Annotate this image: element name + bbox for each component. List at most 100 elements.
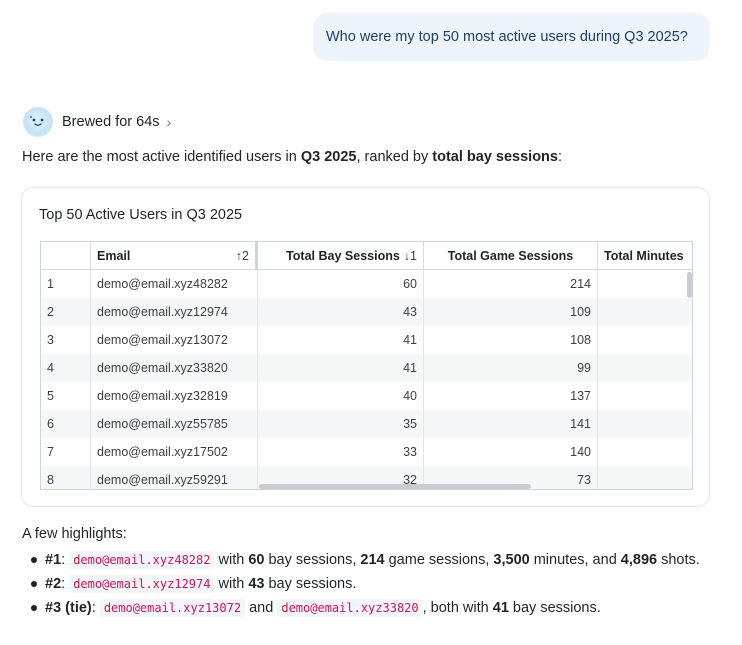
grid-body: 1 demo@email.xyz48282 60 214 2 demo@emai… (41, 270, 692, 489)
rank-label: #3 (tie) (45, 600, 92, 616)
intro-suffix: : (557, 149, 563, 165)
row-minutes (598, 354, 692, 382)
text: shots. (657, 552, 700, 568)
row-email: demo@email.xyz32819 (91, 382, 258, 410)
row-email: demo@email.xyz12974 (91, 298, 258, 326)
value: 60 (248, 552, 265, 568)
row-bay-sessions: 41 (258, 354, 424, 382)
row-game-sessions: 214 (424, 270, 598, 298)
user-message-bubble: Who were my top 50 most active users dur… (313, 13, 710, 61)
intro-prefix: Here are the most active identified user… (22, 149, 301, 165)
separator: : (91, 600, 100, 616)
text: bay sessions. (508, 600, 601, 616)
text: minutes, and (529, 552, 621, 568)
row-game-sessions: 137 (424, 382, 598, 410)
column-header-bay-sessions[interactable]: Total Bay Sessions ↓1 (258, 242, 424, 270)
rank-label: #2 (45, 576, 62, 592)
email-code: demo@email.xyz33820 (277, 599, 423, 617)
text: and (245, 600, 278, 616)
intro-metric: total bay sessions (432, 149, 558, 165)
row-game-sessions: 99 (424, 354, 598, 382)
row-email: demo@email.xyz55785 (91, 410, 258, 438)
row-email: demo@email.xyz13072 (91, 326, 258, 354)
column-header-bay-label: Total Bay Sessions (286, 249, 400, 263)
column-header-game-sessions[interactable]: Total Game Sessions (424, 242, 598, 270)
table-row[interactable]: 7 demo@email.xyz17502 33 140 (41, 438, 692, 466)
email-code: demo@email.xyz13072 (99, 599, 246, 617)
highlights-list: #1: demo@email.xyz48282 with 60 bay sess… (22, 548, 722, 620)
thinking-status-label: Brewed for 64s (62, 114, 160, 130)
email-code: demo@email.xyz48282 (69, 551, 215, 569)
grid-header-row: Email ↑2 Total Bay Sessions ↓1 Total Gam… (41, 242, 692, 270)
row-minutes (598, 326, 692, 354)
list-item: #1: demo@email.xyz48282 with 60 bay sess… (22, 548, 722, 572)
row-email: demo@email.xyz33820 (91, 354, 258, 382)
row-index: 6 (41, 410, 91, 438)
table-title: Top 50 Active Users in Q3 2025 (39, 207, 243, 223)
thinking-toggle[interactable]: Brewed for 64s › (23, 107, 171, 137)
row-game-sessions: 140 (424, 438, 598, 466)
table-row[interactable]: 2 demo@email.xyz12974 43 109 (41, 298, 692, 326)
text: with (214, 552, 249, 568)
sort-asc-icon: ↑2 (235, 249, 249, 263)
row-game-sessions: 141 (424, 410, 598, 438)
row-index: 8 (41, 466, 91, 489)
assistant-intro: Here are the most active identified user… (22, 149, 562, 165)
vertical-scrollbar[interactable] (687, 272, 692, 298)
assistant-avatar-icon (23, 107, 53, 137)
sort-desc-icon: ↓1 (403, 249, 417, 263)
rank-label: #1 (45, 552, 62, 568)
table-row[interactable]: 4 demo@email.xyz33820 41 99 (41, 354, 692, 382)
list-item: #3 (tie): demo@email.xyz13072 and demo@e… (22, 596, 722, 620)
row-minutes (598, 382, 692, 410)
separator: : (61, 552, 70, 568)
column-header-email-label: Email (97, 249, 131, 263)
user-message-text: Who were my top 50 most active users dur… (326, 29, 688, 45)
row-bay-sessions: 40 (258, 382, 424, 410)
row-email: demo@email.xyz17502 (91, 438, 258, 466)
column-header-game-label: Total Game Sessions (447, 249, 574, 263)
table-row[interactable]: 3 demo@email.xyz13072 41 108 (41, 326, 692, 354)
row-minutes (598, 270, 692, 298)
row-minutes (598, 410, 692, 438)
list-item: #2: demo@email.xyz12974 with 43 bay sess… (22, 572, 722, 596)
row-bay-sessions: 33 (258, 438, 424, 466)
value: 214 (360, 552, 385, 568)
row-minutes (598, 298, 692, 326)
row-minutes (598, 466, 692, 489)
intro-middle: , ranked by (356, 149, 433, 165)
horizontal-scrollbar[interactable] (259, 484, 531, 489)
row-index: 5 (41, 382, 91, 410)
highlights-title: A few highlights: (22, 526, 127, 542)
column-header-minutes[interactable]: Total Minutes (598, 242, 692, 270)
intro-period: Q3 2025 (300, 149, 357, 165)
text: bay sessions, (264, 552, 361, 568)
value: 41 (492, 600, 509, 616)
table-card: Top 50 Active Users in Q3 2025 Email ↑2 … (21, 187, 710, 507)
text: with (214, 576, 249, 592)
column-header-minutes-label: Total Minutes (604, 249, 684, 263)
row-bay-sessions: 41 (258, 326, 424, 354)
row-minutes (598, 438, 692, 466)
row-index: 7 (41, 438, 91, 466)
table-row[interactable]: 1 demo@email.xyz48282 60 214 (41, 270, 692, 298)
text: game sessions, (384, 552, 494, 568)
row-email: demo@email.xyz48282 (91, 270, 258, 298)
column-header-index[interactable] (41, 242, 91, 270)
row-bay-sessions: 43 (258, 298, 424, 326)
text: bay sessions. (264, 576, 357, 592)
table-row[interactable]: 6 demo@email.xyz55785 35 141 (41, 410, 692, 438)
row-index: 3 (41, 326, 91, 354)
data-grid[interactable]: Email ↑2 Total Bay Sessions ↓1 Total Gam… (40, 241, 693, 490)
value: 43 (248, 576, 265, 592)
row-bay-sessions: 60 (258, 270, 424, 298)
email-code: demo@email.xyz12974 (69, 575, 215, 593)
separator: : (61, 576, 70, 592)
table-row[interactable]: 5 demo@email.xyz32819 40 137 (41, 382, 692, 410)
row-email: demo@email.xyz59291 (91, 466, 258, 489)
row-index: 2 (41, 298, 91, 326)
row-index: 1 (41, 270, 91, 298)
row-bay-sessions: 35 (258, 410, 424, 438)
row-game-sessions: 108 (424, 326, 598, 354)
column-header-email[interactable]: Email ↑2 (91, 242, 258, 270)
